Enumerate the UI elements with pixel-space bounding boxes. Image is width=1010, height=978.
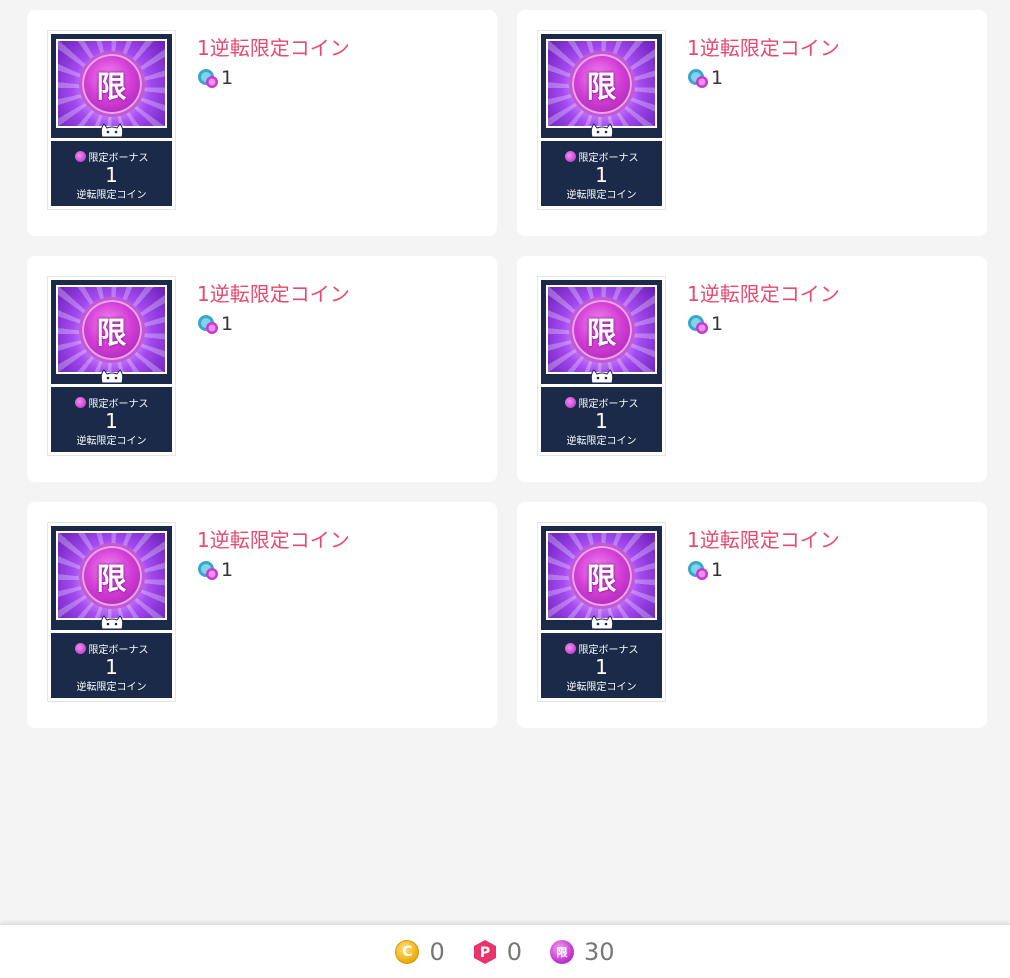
bonus-amount: 1 [105, 163, 118, 187]
product-thumbnail: 限 限定ボーナス 1 逆転限定コイン [47, 522, 176, 702]
cat-mascot-icon [590, 615, 613, 630]
bonus-label: 限定ボーナス [578, 153, 639, 164]
limited-coin-icon: 限 [568, 543, 635, 609]
limited-bonus-icon [74, 643, 86, 654]
product-thumbnail: 限 限定ボーナス 1 逆転限定コイン [47, 30, 176, 210]
bonus-label: 限定ボーナス [578, 399, 639, 410]
bonus-amount: 1 [595, 163, 608, 187]
diamond-coin-icon [688, 315, 708, 334]
product-card[interactable]: 限 限定ボーナス 1 逆転限定コイン 1逆転限定コイン 1 [27, 256, 497, 482]
coin-banner: 限 [56, 39, 167, 128]
price-value: 1 [221, 313, 234, 335]
limited-coin-icon: 限 [78, 51, 145, 117]
coin-banner: 限 [546, 285, 657, 374]
coin-banner: 限 [56, 531, 167, 620]
point-balance-value: 0 [506, 937, 522, 966]
product-price: 1 [197, 313, 233, 335]
limited-bonus-icon [74, 397, 86, 408]
product-price: 1 [687, 313, 723, 335]
product-card[interactable]: 限 限定ボーナス 1 逆転限定コイン 1逆転限定コイン 1 [517, 502, 987, 728]
p-point-icon: P [473, 939, 496, 964]
bonus-label: 限定ボーナス [88, 399, 149, 410]
bonus-label: 限定ボーナス [88, 645, 149, 656]
bonus-amount: 1 [595, 655, 608, 679]
limited-coin-icon: 限 [550, 939, 574, 964]
diamond-coin-icon [198, 315, 218, 334]
limited-coin-icon: 限 [78, 297, 145, 363]
product-card[interactable]: 限 限定ボーナス 1 逆転限定コイン 1逆転限定コイン 1 [27, 502, 497, 728]
limited-bonus-icon [564, 151, 576, 162]
product-grid: 限 限定ボーナス 1 逆転限定コイン 1逆転限定コイン 1 限 限定ボーナス 1… [27, 10, 987, 728]
bonus-amount: 1 [105, 655, 118, 679]
bonus-amount: 1 [595, 409, 608, 433]
cat-mascot-icon [100, 615, 123, 630]
diamond-coin-icon [688, 561, 708, 580]
limited-coin-icon: 限 [568, 51, 635, 117]
coin-banner: 限 [546, 531, 657, 620]
coin-banner: 限 [56, 285, 167, 374]
price-value: 1 [711, 67, 724, 89]
diamond-coin-icon [198, 561, 218, 580]
product-thumbnail: 限 限定ボーナス 1 逆転限定コイン [537, 522, 666, 702]
price-value: 1 [711, 313, 724, 335]
cat-mascot-icon [100, 369, 123, 384]
limited-balance-value: 30 [584, 937, 615, 966]
bonus-name: 逆転限定コイン [76, 682, 147, 693]
product-title: 1逆転限定コイン [197, 528, 350, 552]
cat-mascot-icon [590, 369, 613, 384]
limited-coin-icon: 限 [568, 297, 635, 363]
limited-bonus-icon [74, 151, 86, 162]
price-value: 1 [221, 67, 234, 89]
bonus-label: 限定ボーナス [88, 153, 149, 164]
product-title: 1逆転限定コイン [687, 528, 840, 552]
bonus-amount: 1 [105, 409, 118, 433]
p-point-glyph: P [480, 945, 490, 961]
product-title: 1逆転限定コイン [197, 282, 350, 306]
product-price: 1 [687, 559, 723, 581]
diamond-coin-icon [198, 69, 218, 88]
diamond-coin-icon [688, 69, 708, 88]
price-value: 1 [221, 559, 234, 581]
c-coin-icon: C [395, 939, 420, 964]
product-title: 1逆転限定コイン [197, 36, 350, 60]
cat-mascot-icon [100, 123, 123, 138]
bonus-name: 逆転限定コイン [566, 682, 637, 693]
product-thumbnail: 限 限定ボーナス 1 逆転限定コイン [47, 276, 176, 456]
coin-balance-value: 0 [429, 937, 445, 966]
product-title: 1逆転限定コイン [687, 36, 840, 60]
product-card[interactable]: 限 限定ボーナス 1 逆転限定コイン 1逆転限定コイン 1 [517, 256, 987, 482]
product-thumbnail: 限 限定ボーナス 1 逆転限定コイン [537, 276, 666, 456]
product-price: 1 [197, 559, 233, 581]
coin-banner: 限 [546, 39, 657, 128]
price-value: 1 [711, 559, 724, 581]
limited-coin-icon: 限 [78, 543, 145, 609]
product-card[interactable]: 限 限定ボーナス 1 逆転限定コイン 1逆転限定コイン 1 [27, 10, 497, 236]
bonus-label: 限定ボーナス [578, 645, 639, 656]
bonus-name: 逆転限定コイン [566, 190, 637, 201]
product-price: 1 [687, 67, 723, 89]
limited-bonus-icon [564, 397, 576, 408]
product-price: 1 [197, 67, 233, 89]
bonus-name: 逆転限定コイン [566, 436, 637, 447]
limited-balance[interactable]: 限 30 [550, 938, 615, 966]
cat-mascot-icon [590, 123, 613, 138]
bonus-name: 逆転限定コイン [76, 436, 147, 447]
balance-bar: C 0 P 0 限 30 [0, 924, 1010, 978]
limited-bonus-icon [564, 643, 576, 654]
bonus-name: 逆転限定コイン [76, 190, 147, 201]
product-title: 1逆転限定コイン [687, 282, 840, 306]
product-card[interactable]: 限 限定ボーナス 1 逆転限定コイン 1逆転限定コイン 1 [517, 10, 987, 236]
point-balance[interactable]: P 0 [473, 938, 522, 966]
product-thumbnail: 限 限定ボーナス 1 逆転限定コイン [537, 30, 666, 210]
coin-balance[interactable]: C 0 [395, 937, 445, 966]
